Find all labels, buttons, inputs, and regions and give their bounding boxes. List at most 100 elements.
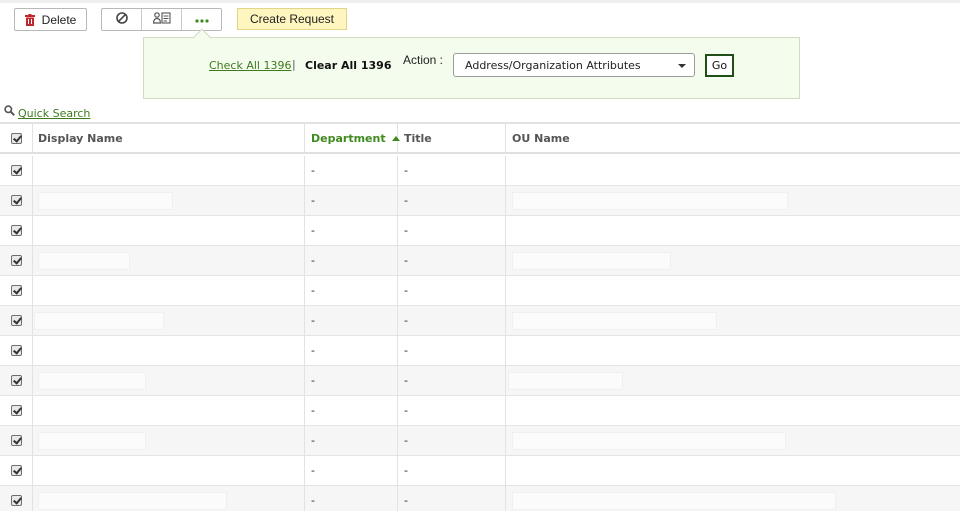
column-header-department: Department [311,131,386,145]
table-row[interactable]: -- [0,366,960,396]
header-title[interactable]: Title [398,124,506,152]
display-name-cell[interactable] [33,426,305,455]
department-value: - [311,494,315,507]
delete-button-label: Delete [41,12,77,27]
title-cell: - [398,156,506,185]
row-select-cell [0,246,33,275]
display-name-cell[interactable] [33,336,305,365]
ou-name-cell [506,366,960,395]
department-value: - [311,464,315,477]
table-row[interactable]: -- [0,216,960,246]
row-checkbox[interactable] [10,315,22,326]
title-cell: - [398,426,506,455]
quick-search-label: Quick Search [18,107,91,120]
table-row[interactable]: -- [0,396,960,426]
table-row[interactable]: -- [0,426,960,456]
department-cell: - [305,246,398,275]
table-row[interactable]: -- [0,186,960,216]
row-checkbox[interactable] [10,225,22,236]
redacted-ou-name [512,431,786,450]
row-checkbox[interactable] [10,255,22,266]
title-cell: - [398,216,506,245]
header-department[interactable]: Department [305,124,400,152]
display-name-cell[interactable] [33,396,305,425]
redacted-ou-name [512,191,788,210]
department-cell: - [305,366,398,395]
title-value: - [404,494,408,507]
department-value: - [311,284,315,297]
display-name-cell[interactable] [33,156,305,185]
row-checkbox[interactable] [10,285,22,296]
header-ou-name[interactable]: OU Name [506,124,960,152]
row-checkbox[interactable] [10,435,22,446]
more-actions-button[interactable] [182,9,221,30]
title-cell: - [398,486,506,511]
row-checkbox[interactable] [10,495,22,506]
action-select[interactable]: Address/Organization Attributes [453,53,695,77]
row-checkbox[interactable] [10,465,22,476]
row-select-cell [0,156,33,185]
display-name-cell[interactable] [33,186,305,215]
popover-caret [193,28,211,46]
department-value: - [311,254,315,267]
row-select-cell [0,396,33,425]
display-name-cell[interactable] [33,216,305,245]
table-row[interactable]: -- [0,276,960,306]
table-row[interactable]: -- [0,306,960,336]
department-cell: - [305,306,398,335]
disable-button[interactable] [102,9,142,30]
display-name-cell[interactable] [33,486,305,511]
title-cell: - [398,306,506,335]
display-name-cell[interactable] [33,456,305,485]
header-display-name[interactable]: Display Name [33,124,305,152]
redacted-ou-name [512,491,836,510]
table-row[interactable]: -- [0,156,960,186]
title-value: - [404,434,408,447]
title-value: - [404,464,408,477]
redacted-display-name [38,371,146,390]
row-select-cell [0,426,33,455]
row-checkbox[interactable] [10,375,22,386]
table-header-row: Display Name Department Title OU Name [0,124,960,154]
department-value: - [311,224,315,237]
go-button[interactable]: Go [705,54,734,77]
ou-name-cell [506,396,960,425]
redacted-ou-name [508,371,623,390]
delete-button[interactable]: Delete [14,8,87,31]
display-name-cell[interactable] [33,246,305,275]
table-row[interactable]: -- [0,246,960,276]
top-rule [0,0,960,3]
ou-name-cell [506,456,960,485]
display-name-cell[interactable] [33,276,305,305]
department-value: - [311,164,315,177]
user-groups-button[interactable] [142,9,182,30]
title-value: - [404,404,408,417]
select-all-checkbox[interactable] [10,132,22,144]
row-checkbox[interactable] [10,345,22,356]
redacted-ou-name [512,311,717,330]
row-checkbox[interactable] [10,405,22,416]
quick-search-link[interactable]: Quick Search [4,104,90,120]
department-cell: - [305,276,398,305]
row-checkbox[interactable] [10,165,22,176]
create-request-button[interactable]: Create Request [237,8,347,30]
table-row[interactable]: -- [0,336,960,366]
row-select-cell [0,186,33,215]
redacted-display-name [34,311,164,330]
table-row[interactable]: -- [0,486,960,511]
search-icon [4,105,15,119]
ou-name-cell [506,426,960,455]
department-value: - [311,434,315,447]
display-name-cell[interactable] [33,306,305,335]
row-checkbox[interactable] [10,195,22,206]
check-all-link[interactable]: Check All 1396 [209,59,291,72]
toolbar-button-group [101,8,222,31]
link-separator: | [292,58,296,71]
clear-all-link[interactable]: Clear All 1396 [305,59,391,72]
department-cell: - [305,396,398,425]
header-select-cell [0,124,33,152]
table-row[interactable]: -- [0,456,960,486]
ou-name-cell [506,306,960,335]
action-label: Action : [403,53,444,67]
display-name-cell[interactable] [33,366,305,395]
